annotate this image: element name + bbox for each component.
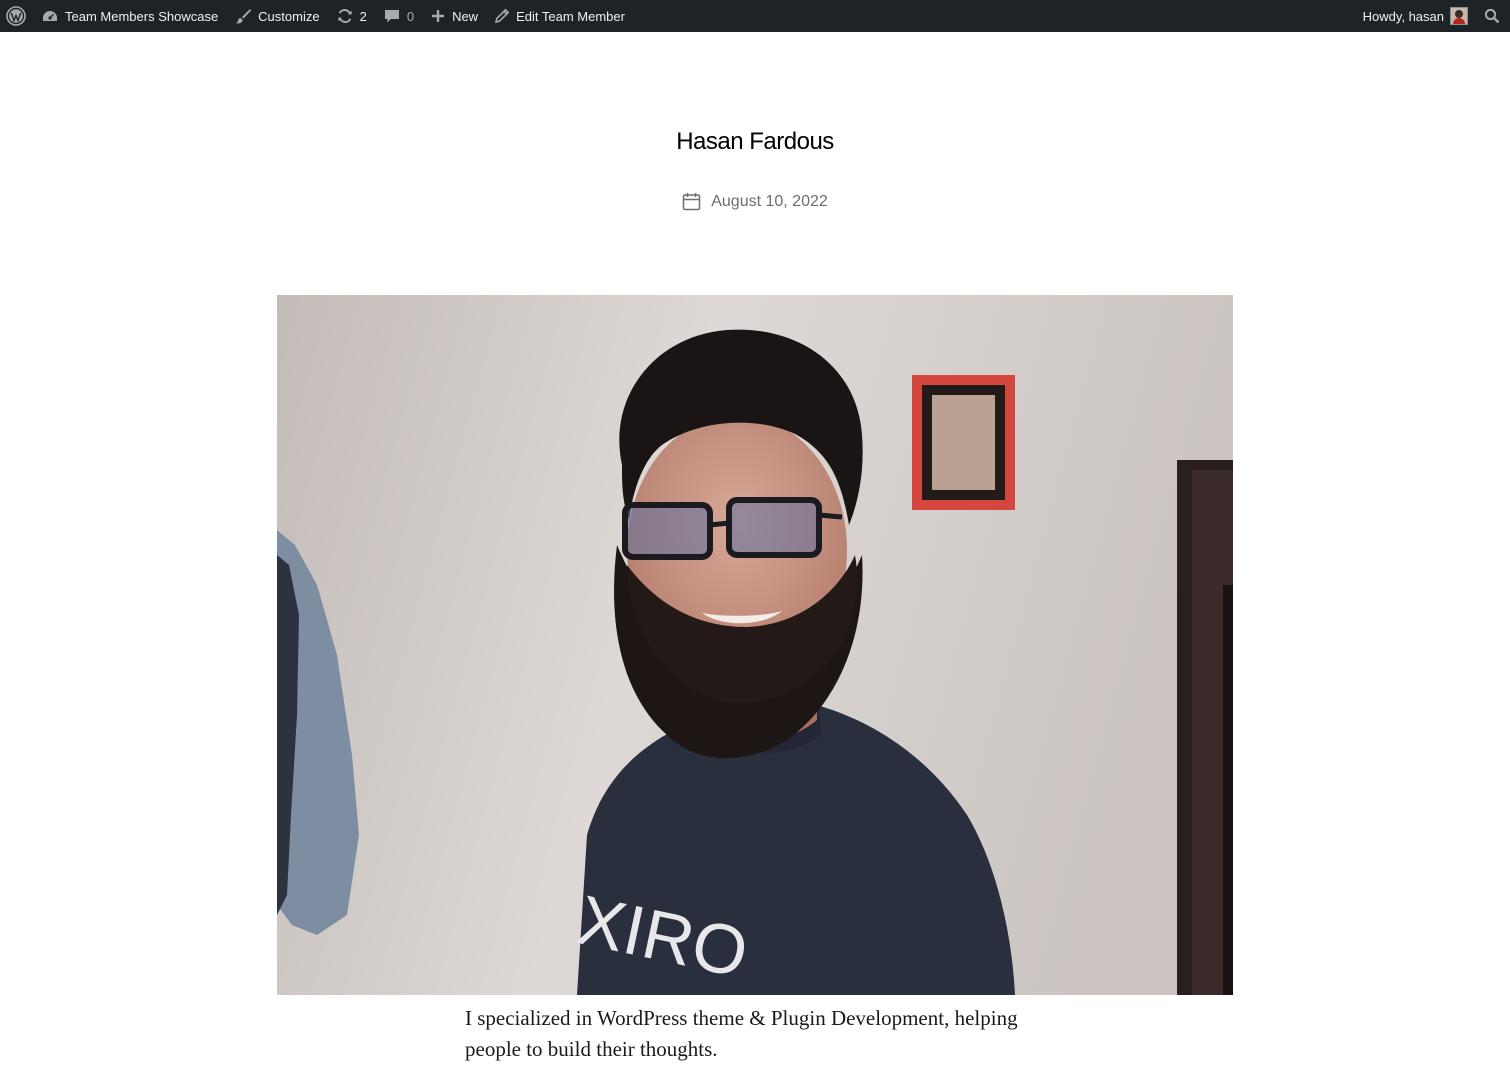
updates-count: 2 — [359, 8, 367, 24]
my-account-menu[interactable]: Howdy, hasan — [1355, 0, 1476, 32]
post-meta: August 10, 2022 — [0, 192, 1510, 211]
calendar-icon — [682, 192, 701, 211]
comment-bubble-icon — [383, 8, 401, 24]
customize-label: Customize — [258, 8, 320, 24]
site-name-menu[interactable]: Team Members Showcase — [33, 0, 226, 32]
howdy-label: Howdy, hasan — [1362, 8, 1444, 24]
site-name-label: Team Members Showcase — [65, 8, 219, 24]
paintbrush-icon — [234, 8, 252, 24]
new-label: New — [452, 8, 479, 24]
post-date-link[interactable]: August 10, 2022 — [711, 193, 828, 211]
edit-label: Edit Team Member — [516, 8, 625, 24]
updates-icon — [336, 8, 354, 24]
wordpress-logo-icon — [6, 6, 26, 26]
post-content: I specialized in WordPress theme & Plugi… — [465, 1006, 1018, 1061]
search-icon — [1484, 8, 1500, 24]
admin-bar: Team Members Showcase Customize 2 0 New … — [0, 0, 1510, 32]
comments-count: 0 — [406, 8, 415, 24]
customize-link[interactable]: Customize — [226, 0, 327, 32]
avatar — [1450, 7, 1468, 25]
comments-link[interactable]: 0 — [375, 0, 422, 32]
post-title: Hasan Fardous — [676, 128, 834, 155]
edit-team-member-link[interactable]: Edit Team Member — [486, 0, 633, 32]
plus-icon — [430, 8, 446, 24]
new-content-menu[interactable]: New — [422, 0, 486, 32]
updates-link[interactable]: 2 — [328, 0, 375, 32]
admin-bar-secondary: Howdy, hasan — [1355, 0, 1510, 32]
search-button[interactable] — [1476, 0, 1510, 32]
featured-image: XIRO — [277, 295, 1233, 995]
wp-logo-menu[interactable] — [0, 0, 33, 32]
dashboard-icon — [41, 8, 59, 24]
pencil-icon — [494, 8, 510, 24]
